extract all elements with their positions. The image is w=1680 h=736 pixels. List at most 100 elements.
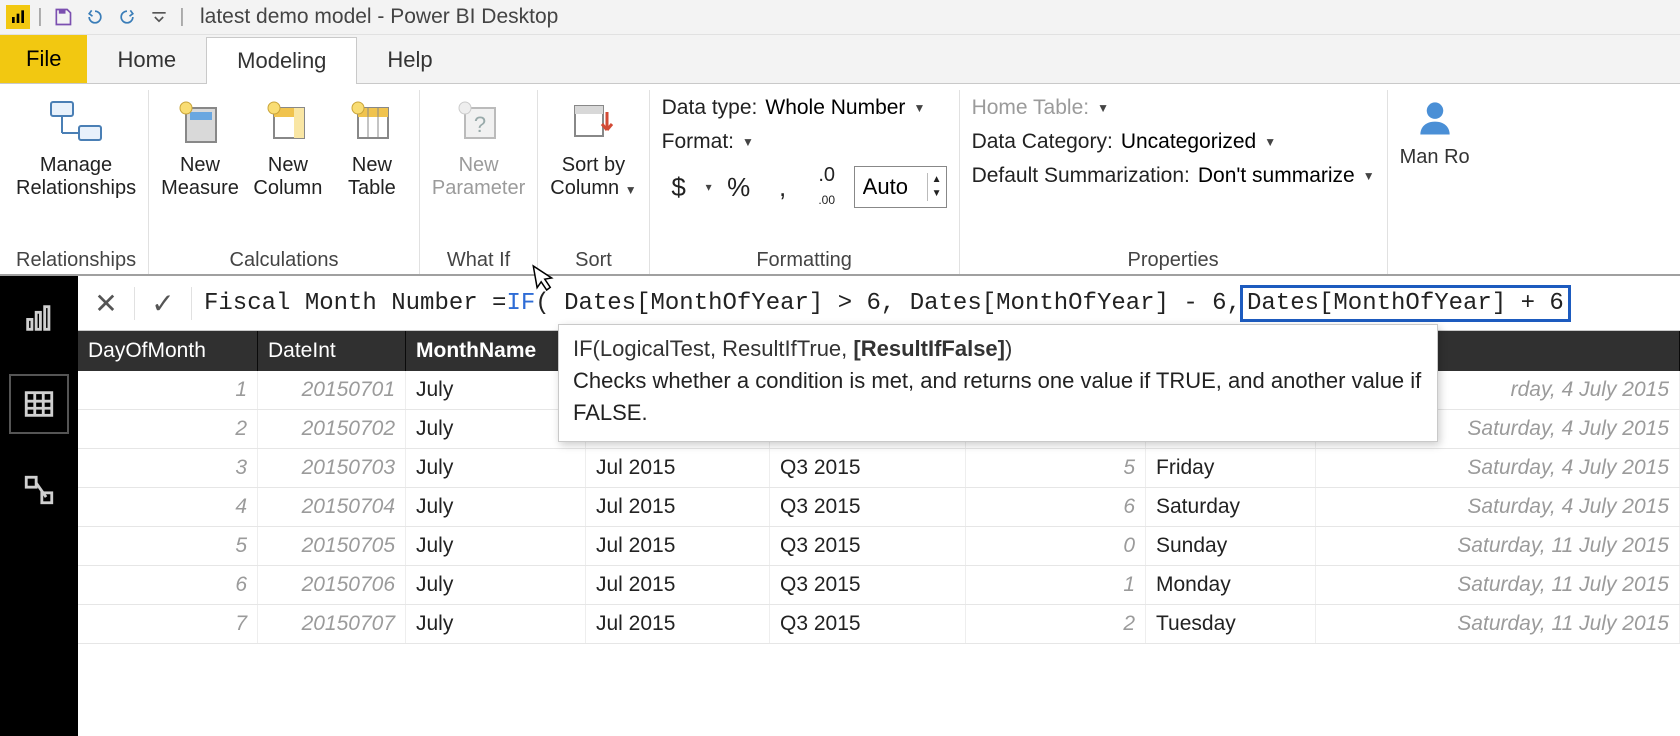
chevron-down-icon: ▼ bbox=[1097, 102, 1109, 114]
group-properties-label: Properties bbox=[1128, 249, 1219, 272]
group-whatif: ? New Parameter What If bbox=[420, 90, 538, 274]
relationships-icon bbox=[49, 94, 103, 150]
data-category-selector[interactable]: Data Category: Uncategorized ▼ bbox=[972, 130, 1375, 154]
column-header[interactable]: DateInt bbox=[258, 331, 406, 371]
chevron-down-icon: ▼ bbox=[1264, 136, 1276, 148]
formula-body: ( Dates[MonthOfYear] > 6, Dates[MonthOfY… bbox=[535, 290, 1241, 317]
default-summarization-selector[interactable]: Default Summarization: Don't summarize ▼ bbox=[972, 164, 1375, 188]
group-calculations: New Measure New Column New Table Calcula… bbox=[149, 90, 420, 274]
tab-modeling[interactable]: Modeling bbox=[206, 37, 357, 84]
cell: 0 bbox=[966, 527, 1146, 565]
manage-relationships-label: Manage Relationships bbox=[16, 154, 136, 200]
tab-file[interactable]: File bbox=[0, 35, 87, 83]
cell: 6 bbox=[78, 566, 258, 604]
new-column-icon bbox=[264, 94, 312, 150]
cell: 20150701 bbox=[258, 371, 406, 409]
group-security: Man Ro bbox=[1388, 90, 1482, 274]
table-row[interactable]: 520150705JulyJul 2015Q3 20150SundaySatur… bbox=[78, 527, 1680, 566]
data-type-label: Data type: bbox=[662, 96, 758, 120]
group-sort-label: Sort bbox=[575, 249, 612, 272]
cell: Saturday, 4 July 2015 bbox=[1316, 449, 1680, 487]
new-measure-label: New Measure bbox=[161, 154, 239, 200]
format-selector[interactable]: Format: ▼ bbox=[662, 130, 947, 154]
cell: Q3 2015 bbox=[770, 527, 966, 565]
cell: July bbox=[406, 449, 586, 487]
new-table-icon bbox=[348, 94, 396, 150]
qat-customize-button[interactable] bbox=[146, 4, 172, 30]
group-formatting: Data type: Whole Number ▼ Format: ▼ $ ▾ %… bbox=[650, 90, 960, 274]
cell: 4 bbox=[78, 488, 258, 526]
intellisense-tooltip: IF(LogicalTest, ResultIfTrue, [ResultIfF… bbox=[558, 324, 1438, 442]
redo-button[interactable] bbox=[114, 4, 140, 30]
group-properties: Home Table: ▼ Data Category: Uncategoriz… bbox=[960, 90, 1388, 274]
tooltip-signature: IF(LogicalTest, ResultIfTrue, [ResultIfF… bbox=[573, 333, 1423, 365]
spinner-icon[interactable]: ▲▼ bbox=[927, 173, 946, 201]
cell: Q3 2015 bbox=[770, 605, 966, 643]
sort-by-column-button[interactable]: Sort by Column ▼ bbox=[550, 90, 636, 200]
cell: Saturday, 11 July 2015 bbox=[1316, 566, 1680, 604]
cell: July bbox=[406, 488, 586, 526]
cell: 2 bbox=[78, 410, 258, 448]
cell: 2 bbox=[966, 605, 1146, 643]
roles-icon bbox=[1413, 96, 1457, 146]
commit-formula-button[interactable]: ✓ bbox=[135, 287, 192, 320]
cancel-formula-button[interactable]: ✕ bbox=[78, 287, 135, 320]
new-parameter-button: ? New Parameter bbox=[432, 90, 525, 200]
data-category-value: Uncategorized bbox=[1121, 130, 1256, 154]
model-view-button[interactable] bbox=[11, 462, 67, 518]
table-row[interactable]: 620150706JulyJul 2015Q3 20151MondaySatur… bbox=[78, 566, 1680, 605]
tab-help[interactable]: Help bbox=[357, 37, 462, 83]
manage-relationships-button[interactable]: Manage Relationships bbox=[16, 90, 136, 200]
format-label: Format: bbox=[662, 130, 734, 154]
cell: Jul 2015 bbox=[586, 488, 770, 526]
cell: July bbox=[406, 566, 586, 604]
data-view-button[interactable] bbox=[11, 376, 67, 432]
save-button[interactable] bbox=[50, 4, 76, 30]
tab-home[interactable]: Home bbox=[87, 37, 206, 83]
sort-icon bbox=[569, 94, 617, 150]
percent-button[interactable]: % bbox=[722, 172, 756, 203]
comma-button[interactable]: , bbox=[766, 172, 800, 203]
new-table-button[interactable]: New Table bbox=[337, 90, 407, 200]
manage-roles-button[interactable]: Man Ro bbox=[1400, 90, 1470, 169]
new-measure-button[interactable]: New Measure bbox=[161, 90, 239, 200]
cell: Jul 2015 bbox=[586, 566, 770, 604]
cell: Q3 2015 bbox=[770, 488, 966, 526]
group-whatif-label: What If bbox=[447, 249, 510, 272]
cell: Saturday, 11 July 2015 bbox=[1316, 527, 1680, 565]
chevron-down-icon: ▼ bbox=[913, 102, 925, 114]
cell: 20150704 bbox=[258, 488, 406, 526]
formula-highlight: Dates[MonthOfYear] + 6 bbox=[1243, 288, 1568, 319]
new-parameter-icon: ? bbox=[455, 94, 503, 150]
decimals-stepper[interactable]: ▲▼ bbox=[854, 166, 947, 208]
cell: 20150705 bbox=[258, 527, 406, 565]
cell: Monday bbox=[1146, 566, 1316, 604]
decimals-input[interactable] bbox=[855, 170, 927, 204]
report-view-button[interactable] bbox=[11, 290, 67, 346]
cell: 3 bbox=[78, 449, 258, 487]
formula-prefix: Fiscal Month Number = bbox=[204, 290, 506, 317]
cell: Sunday bbox=[1146, 527, 1316, 565]
cell: July bbox=[406, 527, 586, 565]
data-type-selector[interactable]: Data type: Whole Number ▼ bbox=[662, 96, 947, 120]
cell: 20150706 bbox=[258, 566, 406, 604]
table-row[interactable]: 420150704JulyJul 2015Q3 20156SaturdaySat… bbox=[78, 488, 1680, 527]
column-header[interactable]: DayOfMonth bbox=[78, 331, 258, 371]
chevron-down-icon: ▼ bbox=[1363, 170, 1375, 182]
ribbon: Manage Relationships Relationships New M… bbox=[0, 84, 1680, 276]
cell: Saturday, 4 July 2015 bbox=[1316, 488, 1680, 526]
ribbon-tab-strip: File Home Modeling Help bbox=[0, 35, 1680, 84]
group-relationships: Manage Relationships Relationships bbox=[4, 90, 149, 274]
new-column-button[interactable]: New Column bbox=[253, 90, 323, 200]
view-rail bbox=[0, 276, 78, 736]
table-row[interactable]: 320150703JulyJul 2015Q3 20155FridaySatur… bbox=[78, 449, 1680, 488]
undo-button[interactable] bbox=[82, 4, 108, 30]
formula-input[interactable]: Fiscal Month Number = IF( Dates[MonthOfY… bbox=[192, 288, 1680, 319]
qat-separator: | bbox=[36, 6, 44, 28]
decimal-icon[interactable]: .0.00 bbox=[810, 164, 844, 210]
cell: Jul 2015 bbox=[586, 527, 770, 565]
currency-button[interactable]: $ bbox=[662, 172, 696, 203]
table-row[interactable]: 720150707JulyJul 2015Q3 20152TuesdaySatu… bbox=[78, 605, 1680, 644]
chevron-down-icon: ▾ bbox=[706, 181, 712, 193]
cell: July bbox=[406, 605, 586, 643]
